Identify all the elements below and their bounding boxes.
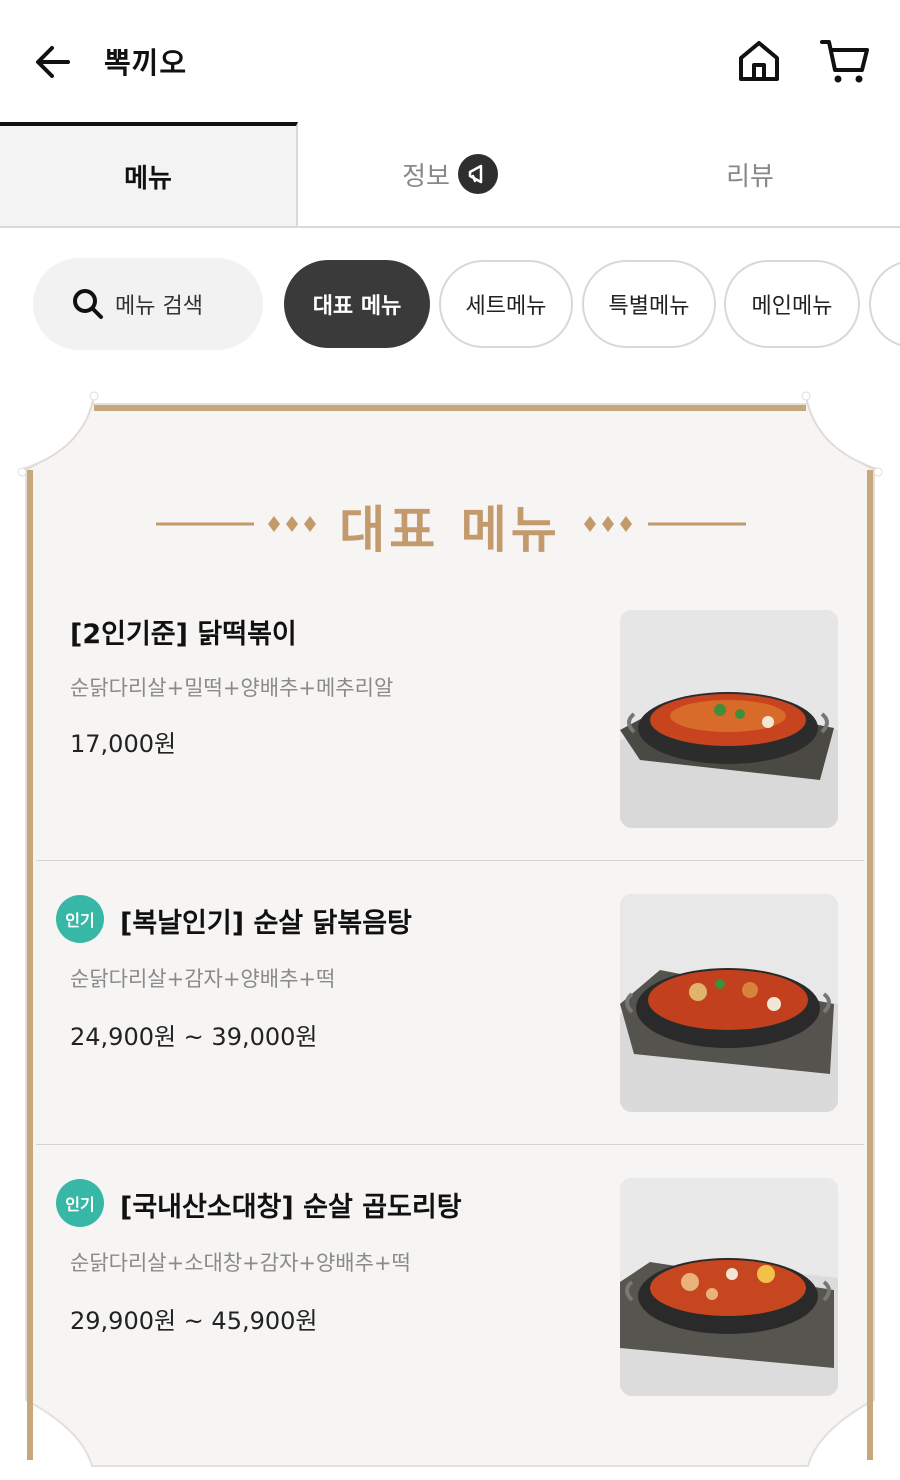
chip-label: 대표 메뉴 — [312, 294, 402, 319]
tab-bar: 메뉴 정보 리뷰 — [0, 122, 900, 228]
item-name: [2인기준] 닭떡볶이 — [70, 619, 297, 650]
item-name: [국내산소대창] 순살 곱도리탕 — [120, 1192, 462, 1223]
item-price: 29,900원 ~ 45,900원 — [70, 1307, 318, 1335]
search-icon — [73, 289, 103, 319]
chip-label: 메인메뉴 — [751, 294, 833, 319]
chip-more[interactable] — [869, 260, 900, 348]
tab-info[interactable]: 정보 — [300, 122, 600, 226]
tab-label: 리뷰 — [726, 161, 774, 192]
chip-special-menu[interactable]: 특별메뉴 — [582, 260, 716, 348]
back-button[interactable] — [30, 38, 78, 86]
chip-main-menu[interactable]: 메인메뉴 — [724, 260, 860, 348]
item-photo — [620, 894, 838, 1112]
popular-badge: 인기 — [56, 1179, 104, 1227]
item-description: 순닭다리살+밀떡+양배추+메추리알 — [70, 676, 394, 700]
megaphone-icon — [457, 154, 498, 194]
search-label: 메뉴 검색 — [115, 294, 203, 319]
home-icon — [739, 41, 779, 81]
chip-set-menu[interactable]: 세트메뉴 — [439, 260, 573, 348]
menu-search-button[interactable]: 메뉴 검색 — [33, 258, 263, 350]
popular-badge: 인기 — [56, 895, 104, 943]
category-chips: 메뉴 검색 대표 메뉴 세트메뉴 특별메뉴 메인메뉴 — [0, 256, 900, 352]
cart-icon — [820, 40, 869, 83]
chip-signature-menu[interactable]: 대표 메뉴 — [284, 260, 430, 348]
menu-item-2[interactable]: 인기 [복날인기] 순살 닭볶음탕 순닭다리살+감자+양배추+떡 24,900원… — [36, 861, 864, 1145]
app-header: 뽁끼오 — [0, 0, 900, 122]
item-photo — [620, 1178, 838, 1396]
tab-label: 정보 — [402, 161, 450, 192]
tab-label: 메뉴 — [124, 163, 172, 194]
item-name: [복날인기] 순살 닭볶음탕 — [120, 908, 412, 939]
arrow-left-icon — [36, 46, 70, 78]
item-price: 17,000원 — [70, 730, 177, 758]
tab-menu[interactable]: 메뉴 — [0, 122, 298, 226]
cart-button[interactable] — [818, 36, 872, 86]
section-title: 대표 메뉴 — [339, 501, 561, 559]
chip-label: 세트메뉴 — [465, 294, 547, 319]
menu-item-3[interactable]: 인기 [국내산소대창] 순살 곱도리탕 순닭다리살+소대창+감자+양배추+떡 2… — [36, 1145, 864, 1429]
page-title: 뽁끼오 — [104, 46, 188, 80]
home-button[interactable] — [734, 36, 784, 86]
item-price: 24,900원 ~ 39,000원 — [70, 1023, 318, 1051]
item-photo — [620, 610, 838, 828]
tab-reviews[interactable]: 리뷰 — [600, 122, 900, 226]
chip-label: 특별메뉴 — [608, 294, 690, 319]
item-description: 순닭다리살+소대창+감자+양배추+떡 — [70, 1251, 411, 1275]
item-description: 순닭다리살+감자+양배추+떡 — [70, 967, 336, 991]
menu-item-1[interactable]: [2인기준] 닭떡볶이 순닭다리살+밀떡+양배추+메추리알 17,000원 — [36, 576, 864, 860]
